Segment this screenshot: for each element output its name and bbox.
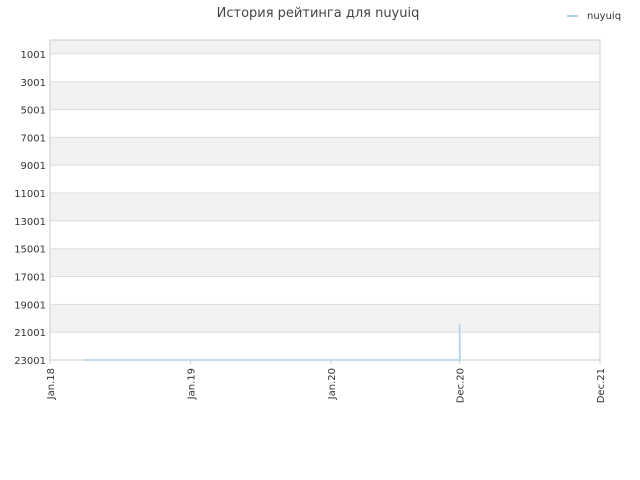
plot-band	[50, 137, 600, 166]
x-tick-label: Dec.21	[596, 368, 607, 403]
y-tick-label: 3001	[21, 78, 46, 89]
y-tick-label: 21001	[14, 328, 46, 339]
y-tick-label: 7001	[21, 133, 46, 144]
x-tick-label: Jan.18	[46, 368, 57, 400]
plot-band	[50, 165, 600, 194]
rating-history-chart: 1001 3001 5001 7001 9001 11001 13001 15001 17001…	[14, 6, 621, 403]
plot-band	[50, 220, 600, 249]
y-tick-label: 13001	[14, 217, 46, 228]
plot-band	[50, 276, 600, 305]
y-tick-label: 1001	[21, 50, 46, 61]
x-axis: Jan.18 Jan.19 Jan.20 Dec.20 Dec.21	[46, 360, 607, 403]
y-tick-label: 23001	[14, 356, 46, 367]
legend-label-nuyuiq: nuyuiq	[587, 11, 621, 22]
plot-band	[50, 332, 600, 360]
x-tick-label: Dec.20	[456, 368, 467, 403]
legend[interactable]: nuyuiq	[567, 11, 621, 22]
y-tick-label: 11001	[14, 189, 46, 200]
y-axis: 1001 3001 5001 7001 9001 11001 13001 15001 17001…	[14, 50, 46, 367]
x-tick-label: Jan.20	[327, 368, 338, 400]
y-tick-label: 15001	[14, 245, 46, 256]
y-tick-label: 9001	[21, 161, 46, 172]
chart-title: История рейтинга для nuyuiq	[217, 6, 420, 21]
plot-band	[50, 81, 600, 110]
plot-band	[50, 109, 600, 138]
plot-band	[50, 40, 600, 54]
plot-band	[50, 304, 600, 333]
y-tick-label: 17001	[14, 273, 46, 284]
plot-band	[50, 248, 600, 277]
x-tick-label: Jan.19	[186, 368, 197, 400]
plot-band	[50, 193, 600, 221]
y-tick-label: 19001	[14, 300, 46, 311]
plot-bands	[50, 40, 600, 360]
plot-band	[50, 53, 600, 82]
y-tick-label: 5001	[21, 106, 46, 117]
